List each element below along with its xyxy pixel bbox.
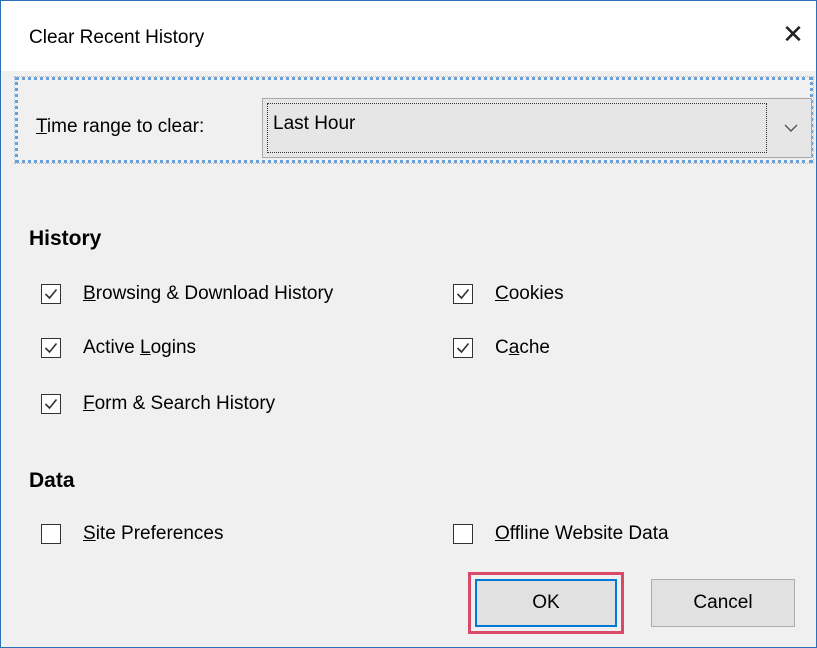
checkbox-browsing-download-history[interactable]: Browsing & Download History <box>41 283 333 305</box>
dialog-title: Clear Recent History <box>29 27 205 48</box>
ok-button[interactable]: OK <box>475 579 617 627</box>
checkbox-offline-website-data[interactable]: Offline Website Data <box>453 523 669 545</box>
checkbox-label: Active Logins <box>83 337 197 358</box>
close-icon[interactable]: ✕ <box>770 11 816 57</box>
checkbox-label: Offline Website Data <box>495 523 669 544</box>
checkbox-site-preferences[interactable]: Site Preferences <box>41 523 223 545</box>
time-range-label: Time range to clear: <box>36 116 205 137</box>
checkbox-checked-icon <box>41 394 61 414</box>
checkbox-checked-icon <box>41 338 61 358</box>
checkbox-cookies[interactable]: Cookies <box>453 283 564 305</box>
checkbox-label: Site Preferences <box>83 523 224 544</box>
checkbox-active-logins[interactable]: Active Logins <box>41 337 196 359</box>
checkbox-checked-icon <box>453 284 473 304</box>
checkbox-cache[interactable]: Cache <box>453 337 550 359</box>
checkbox-unchecked-icon <box>453 524 473 544</box>
checkbox-label: Cookies <box>495 283 564 304</box>
time-range-select[interactable]: Last Hour <box>262 98 812 158</box>
checkbox-unchecked-icon <box>41 524 61 544</box>
chevron-down-icon <box>771 99 811 157</box>
title-bar: Clear Recent History ✕ <box>1 1 816 71</box>
cancel-button[interactable]: Cancel <box>651 579 795 627</box>
checkbox-checked-icon <box>41 284 61 304</box>
checkbox-label: Browsing & Download History <box>83 283 334 304</box>
checkbox-label: Cache <box>495 337 550 358</box>
history-heading: History <box>29 227 102 250</box>
data-heading: Data <box>29 469 75 492</box>
time-range-value: Last Hour <box>273 113 356 134</box>
time-range-row: Time range to clear: Last Hour <box>14 76 814 164</box>
checkbox-label: Form & Search History <box>83 393 276 414</box>
checkbox-form-search-history[interactable]: Form & Search History <box>41 393 275 415</box>
clear-history-dialog: Clear Recent History ✕ Time range to cle… <box>0 0 817 648</box>
checkbox-checked-icon <box>453 338 473 358</box>
